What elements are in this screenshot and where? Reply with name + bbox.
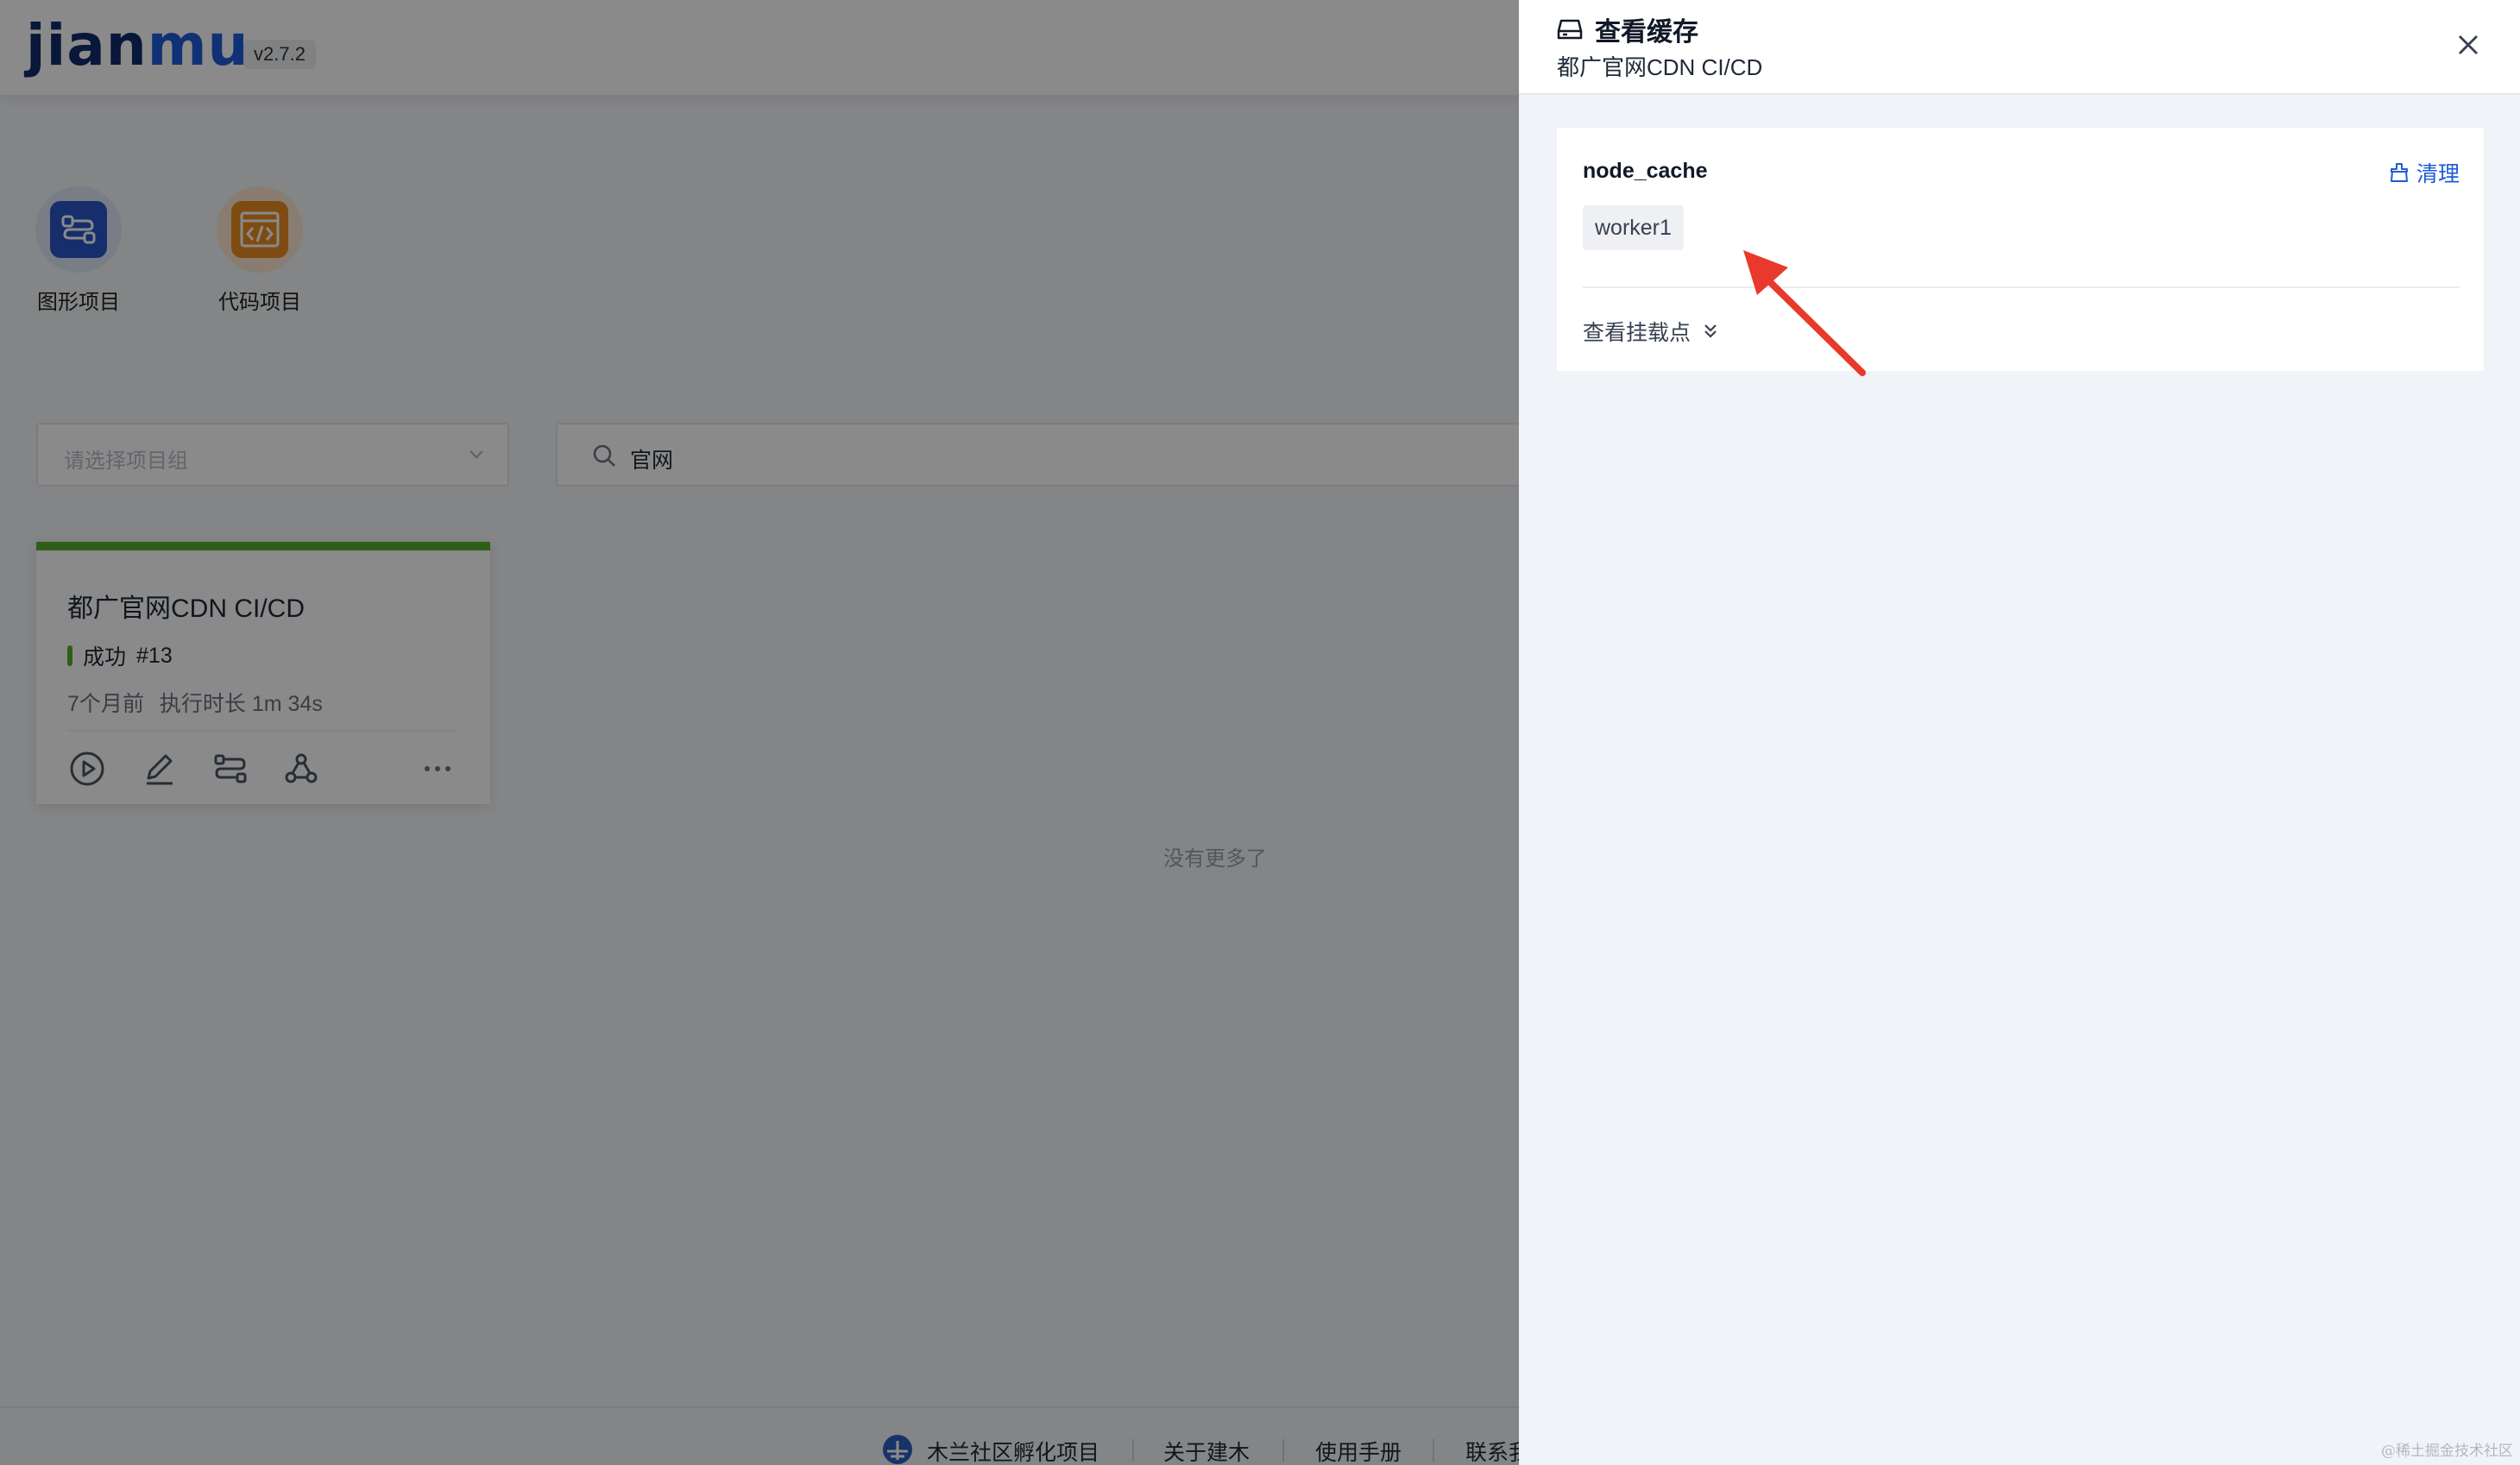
drawer-subtitle: 都广官网CDN CI/CD	[1557, 54, 1763, 80]
watermark: @稀土掘金技术社区	[2381, 1443, 2513, 1460]
clean-label: 清理	[2416, 162, 2460, 186]
drawer-title: 查看缓存	[1595, 18, 1698, 47]
cache-drawer: 查看缓存 都广官网CDN CI/CD node_cache 清理 worker1…	[1519, 0, 2520, 1465]
view-mount-points-toggle[interactable]: 查看挂载点	[1583, 316, 1718, 347]
annotation-arrow	[1743, 250, 1866, 376]
close-button[interactable]	[2451, 28, 2485, 62]
double-chevron-down-icon	[1704, 324, 1717, 338]
modal-mask[interactable]	[0, 0, 1519, 1465]
clean-cache-button[interactable]: 清理	[2389, 157, 2460, 188]
broom-icon	[2390, 163, 2408, 182]
mount-label: 查看挂载点	[1583, 321, 1692, 345]
cache-name: node_cache	[1583, 159, 1708, 183]
hard-drive-icon	[1557, 19, 1583, 40]
cache-item-card: node_cache 清理 worker1 查看挂载点	[1557, 128, 2484, 371]
drawer-title-row: 查看缓存	[1557, 10, 1698, 48]
close-icon	[2459, 35, 2478, 54]
cache-divider	[1583, 286, 2460, 288]
drawer-header: 查看缓存 都广官网CDN CI/CD	[1519, 0, 2520, 95]
worker-tag: worker1	[1583, 205, 1684, 250]
